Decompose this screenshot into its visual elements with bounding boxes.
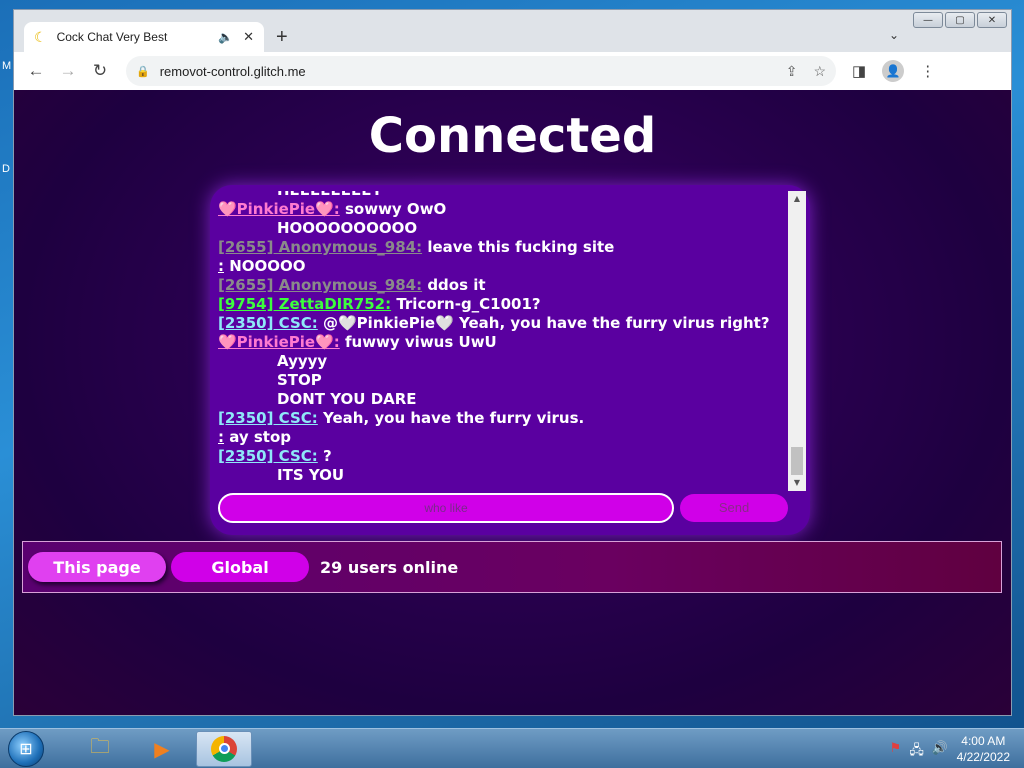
desktop-edge-text: D (2, 163, 10, 175)
chat-username[interactable]: [2655] Anonymous_984: (218, 238, 422, 256)
chat-message: [2655] Anonymous_984: ddos it (218, 276, 788, 295)
scroll-up-icon[interactable]: ▲ (788, 191, 806, 207)
close-tab-icon[interactable]: ✕ (243, 29, 254, 45)
chat-message-text: @🤍PinkiePie🤍 Yeah, you have the furry vi… (317, 314, 770, 332)
chat-message-text: leave this fucking site (422, 238, 615, 256)
chat-username[interactable]: [2655] Anonymous_984: (218, 276, 422, 294)
taskbar-media-player[interactable]: ▶ (134, 731, 190, 767)
action-center-flag-icon[interactable]: ⚑ (890, 741, 902, 763)
minimize-button[interactable]: — (913, 12, 943, 28)
back-button[interactable]: ← (20, 61, 52, 81)
tab-title: Cock Chat Very Best (56, 30, 168, 44)
chat-message-text: Tricorn-g_C1001? (391, 295, 541, 313)
taskbar-explorer[interactable]: 🗀 (72, 731, 128, 767)
scroll-thumb[interactable] (791, 447, 803, 475)
chat-message: Ayyyy (218, 352, 788, 371)
moon-icon: ☾ (34, 28, 47, 45)
chat-message: 🩷PinkiePie🩷: fuwwy viwus UwU (218, 333, 788, 352)
maximize-button[interactable]: ▢ (945, 12, 975, 28)
share-icon[interactable]: ⇪ (786, 63, 798, 80)
chat-message-text: ITS YOU (277, 466, 345, 484)
chat-message: : ay stop (218, 428, 788, 447)
global-button[interactable]: Global (171, 552, 309, 582)
address-bar[interactable]: 🔒 removot-control.glitch.me ⇪ ☆ (126, 56, 836, 86)
system-tray: ⚑ 🖧 🔊 (890, 741, 948, 763)
chat-username[interactable]: [2350] CSC: (218, 447, 318, 465)
chat-message: [9754] ZettaDIR752: Tricorn-g_C1001? (218, 295, 788, 314)
profile-avatar[interactable]: 👤 (882, 60, 905, 82)
chat-message-text: Ayyyy (277, 352, 328, 370)
chat-message: : NOOOOO (218, 257, 788, 276)
chat-username[interactable]: 🩷PinkiePie🩷: (218, 200, 340, 218)
chat-username[interactable]: [2350] CSC: (218, 409, 318, 427)
chat-message: DONT YOU DARE (218, 390, 788, 409)
chat-scrollbar[interactable]: ▲ ▼ (788, 191, 806, 491)
chat-message-text: ay stop (224, 428, 292, 446)
clock-time: 4:00 AM (961, 734, 1006, 748)
chat-message-text: HOOOOOOOOOO (277, 219, 418, 237)
taskbar: ⊞ 🗀 ▶ ⚑ 🖧 🔊 4:00 AM 4/22/2022 (0, 728, 1024, 768)
clock[interactable]: 4:00 AM 4/22/2022 (957, 733, 1010, 765)
browser-toolbar: ← → ↻ 🔒 removot-control.glitch.me ⇪ ☆ ◨ … (14, 52, 1011, 90)
window-controls: — ▢ ✕ (913, 12, 1007, 28)
chat-message: HOOOOOOOOOO (218, 219, 788, 238)
chat-message: 🩷PinkiePie🩷: sowwy OwO (218, 200, 788, 219)
taskbar-chrome[interactable] (196, 730, 252, 767)
chat-message: HEEEEEEEEY (218, 191, 788, 200)
menu-icon[interactable]: ⋮ (920, 62, 935, 80)
chat-message-text: STOP (277, 371, 322, 389)
chat-message-input[interactable]: who like (218, 493, 674, 523)
chat-message: ITS YOU (218, 466, 788, 485)
network-icon[interactable]: 🖧 (909, 741, 924, 763)
chat-page: Connected HEEEEEEEEY🩷PinkiePie🩷: sowwy O… (14, 90, 1011, 715)
toolbar-right: ◨ 👤 ⋮ (852, 60, 935, 82)
online-count: 29 users online (320, 557, 459, 577)
close-window-button[interactable]: ✕ (977, 12, 1007, 28)
scroll-down-icon[interactable]: ▼ (788, 475, 806, 491)
chat-message-text: ddos it (422, 276, 486, 294)
chrome-icon (211, 735, 237, 762)
chat-message: [2350] CSC: ? (218, 447, 788, 466)
chat-username[interactable]: [2350] CSC: (218, 314, 318, 332)
browser-tab[interactable]: ☾ Cock Chat Very Best 🔈 ✕ (24, 22, 264, 52)
clock-date: 4/22/2022 (956, 750, 1010, 764)
new-tab-button[interactable]: + (276, 26, 288, 49)
chat-message-text: fuwwy viwus UwU (339, 333, 497, 351)
chat-message: [2655] Anonymous_984: leave this fucking… (218, 238, 788, 257)
chat-panel: HEEEEEEEEY🩷PinkiePie🩷: sowwy OwOHOOOOOOO… (210, 185, 810, 535)
chat-username[interactable]: [9754] ZettaDIR752: (218, 295, 391, 313)
chat-message: [2350] CSC: Yeah, you have the furry vir… (218, 409, 788, 428)
speaker-icon[interactable]: 🔈 (218, 30, 233, 44)
chat-message-text: DONT YOU DARE (277, 390, 417, 408)
room-bar: This page Global 29 users online (22, 541, 1002, 593)
chat-message-text: HEEEEEEEEY (277, 191, 382, 199)
chat-message: [2350] CSC: @🤍PinkiePie🤍 Yeah, you have … (218, 314, 788, 333)
message-list[interactable]: HEEEEEEEEY🩷PinkiePie🩷: sowwy OwOHOOOOOOO… (218, 191, 788, 487)
reload-button[interactable]: ↻ (84, 61, 116, 81)
tab-search-icon[interactable]: ⌄ (889, 28, 899, 42)
chat-message: STOP (218, 371, 788, 390)
forward-button[interactable]: → (52, 61, 84, 81)
volume-icon[interactable]: 🔊 (932, 741, 948, 763)
this-page-button[interactable]: This page (28, 552, 166, 582)
browser-window: ☾ Cock Chat Very Best 🔈 ✕ + ⌄ — ▢ ✕ ← → … (13, 9, 1012, 716)
chat-message-text: Yeah, you have the furry virus. (317, 409, 585, 427)
media-player-icon: ▶ (154, 736, 170, 761)
folder-icon: 🗀 (90, 733, 110, 758)
star-icon[interactable]: ☆ (813, 63, 826, 80)
url-text[interactable]: removot-control.glitch.me (160, 64, 770, 79)
tab-strip: ☾ Cock Chat Very Best 🔈 ✕ + ⌄ — ▢ ✕ (14, 10, 1011, 52)
chat-message-text: NOOOOO (224, 257, 306, 275)
chat-message-text: sowwy OwO (339, 200, 447, 218)
start-button[interactable]: ⊞ (8, 730, 44, 767)
lock-icon[interactable]: 🔒 (136, 65, 150, 78)
send-button[interactable]: Send (680, 494, 788, 522)
side-panel-icon[interactable]: ◨ (852, 62, 866, 80)
page-title: Connected (368, 108, 657, 164)
desktop-edge-text: M (2, 60, 12, 72)
chat-message-text: ? (317, 447, 332, 465)
chat-username[interactable]: 🩷PinkiePie🩷: (218, 333, 340, 351)
